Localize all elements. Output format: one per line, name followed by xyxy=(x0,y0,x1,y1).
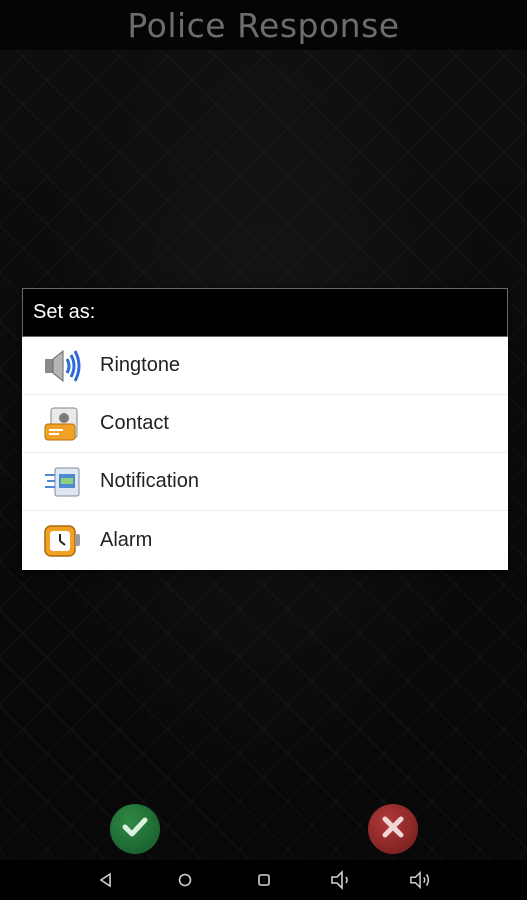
app-title: Police Response xyxy=(127,5,400,45)
speaker-volume-icon xyxy=(40,344,84,388)
back-icon[interactable] xyxy=(94,868,118,892)
option-label: Alarm xyxy=(100,528,153,551)
option-ringtone[interactable]: Ringtone xyxy=(22,337,508,395)
notification-icon xyxy=(40,460,84,504)
volume-down-icon[interactable] xyxy=(330,868,354,892)
option-notification[interactable]: Notification xyxy=(22,453,508,511)
checkmark-icon xyxy=(120,812,150,847)
volume-up-icon[interactable] xyxy=(409,868,433,892)
option-contact[interactable]: Contact xyxy=(22,395,508,453)
option-label: Notification xyxy=(100,470,199,492)
title-bar: Police Response xyxy=(0,0,527,50)
cancel-button[interactable] xyxy=(368,804,418,854)
option-alarm[interactable]: Alarm xyxy=(22,511,508,569)
dialog-title: Set as: xyxy=(33,301,96,323)
system-navigation-bar xyxy=(0,860,527,900)
contact-card-icon xyxy=(40,402,84,446)
option-label: Ringtone xyxy=(100,354,181,376)
set-as-dialog: Set as: Ringtone Contact Notification Al… xyxy=(22,288,508,570)
recents-icon[interactable] xyxy=(252,868,276,892)
home-icon[interactable] xyxy=(173,868,197,892)
dialog-header: Set as: xyxy=(22,288,508,337)
option-label: Contact xyxy=(100,412,169,434)
alarm-clock-icon xyxy=(40,518,84,562)
confirm-button[interactable] xyxy=(110,804,160,854)
x-icon xyxy=(379,813,407,846)
